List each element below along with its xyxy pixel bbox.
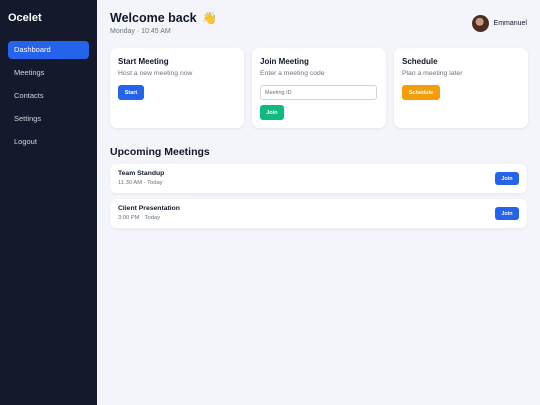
user-name: Emmanuel	[493, 20, 527, 27]
join-meeting-button[interactable]: Join	[495, 207, 519, 220]
app-logo: Ocelet	[8, 12, 42, 24]
sidebar-item-dashboard[interactable]: Dashboard	[8, 41, 89, 59]
greeting-text: Welcome back	[110, 11, 197, 25]
sidebar-item-settings[interactable]: Settings	[8, 110, 89, 128]
upcoming-meetings-title: Upcoming Meetings	[110, 146, 210, 158]
meeting-title: Client Presentation	[118, 205, 180, 212]
sidebar-item-contacts[interactable]: Contacts	[8, 87, 89, 105]
meeting-time: 11:30 AM · Today	[118, 180, 163, 186]
start-button[interactable]: Start	[118, 85, 144, 100]
main-content: Welcome back 👋 Monday · 10:45 AM Emmanue…	[97, 0, 540, 405]
current-date-time: Monday · 10:45 AM	[110, 28, 171, 35]
meeting-title: Team Standup	[118, 170, 165, 177]
schedule-card: Schedule Plan a meeting later Schedule	[394, 48, 528, 128]
schedule-button[interactable]: Schedule	[402, 85, 440, 100]
schedule-title: Schedule	[402, 57, 438, 66]
meeting-time: 3:00 PM · Today	[118, 215, 161, 221]
join-meeting-title: Join Meeting	[260, 57, 309, 66]
start-meeting-subtitle: Host a new meeting now	[118, 70, 193, 77]
list-item: Client Presentation 3:00 PM · Today Join	[110, 199, 527, 228]
sidebar: Ocelet Dashboard Meetings Contacts Setti…	[0, 0, 97, 405]
meeting-id-input[interactable]	[260, 85, 377, 100]
start-meeting-title: Start Meeting	[118, 57, 169, 66]
join-button[interactable]: Join	[260, 105, 284, 120]
waving-hand-icon: 👋	[202, 11, 218, 25]
user-profile[interactable]: Emmanuel	[471, 15, 527, 32]
page-title: Welcome back 👋	[110, 11, 217, 25]
sidebar-item-logout[interactable]: Logout	[8, 133, 89, 151]
sidebar-nav: Dashboard Meetings Contacts Settings Log…	[8, 41, 89, 156]
join-meeting-subtitle: Enter a meeting code	[260, 70, 325, 77]
join-meeting-card: Join Meeting Enter a meeting code Join	[252, 48, 386, 128]
start-meeting-card: Start Meeting Host a new meeting now Sta…	[110, 48, 244, 128]
avatar[interactable]	[471, 15, 489, 32]
list-item: Team Standup 11:30 AM · Today Join	[110, 164, 527, 193]
schedule-subtitle: Plan a meeting later	[402, 70, 463, 77]
join-meeting-button[interactable]: Join	[495, 172, 519, 185]
sidebar-item-meetings[interactable]: Meetings	[8, 64, 89, 82]
